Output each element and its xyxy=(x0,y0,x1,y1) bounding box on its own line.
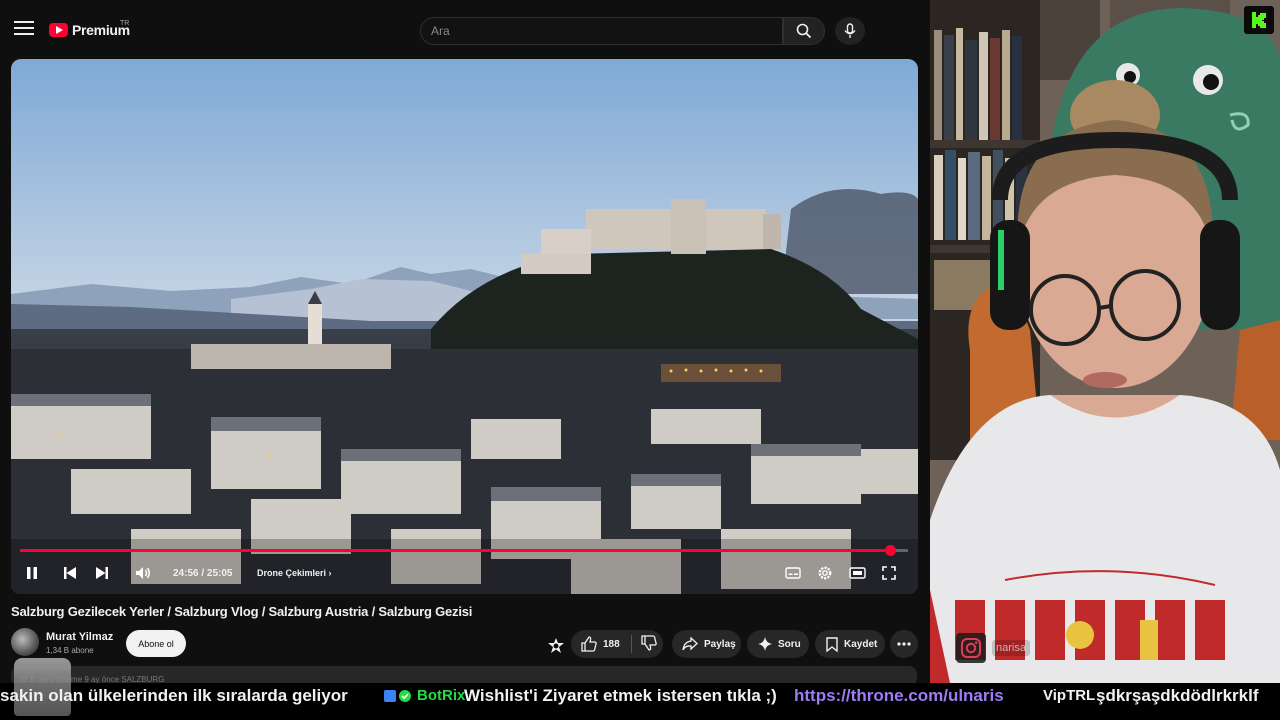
instagram-overlay: narisa xyxy=(956,633,1030,663)
more-horizontal-icon xyxy=(897,642,911,646)
gear-icon xyxy=(818,566,832,580)
ticker-bot-name: BotRix xyxy=(417,687,466,704)
logo-country-code: TR xyxy=(120,20,130,27)
video-progress-bar[interactable] xyxy=(20,545,908,556)
save-label: Kaydet xyxy=(844,638,878,650)
more-actions-button[interactable] xyxy=(890,630,918,658)
search-button[interactable] xyxy=(783,17,825,45)
like-button[interactable]: 188 xyxy=(571,636,631,652)
microphone-icon xyxy=(844,23,856,38)
channel-name[interactable]: Murat Yilmaz xyxy=(46,631,113,643)
search-input[interactable] xyxy=(421,18,782,44)
bookmark-icon xyxy=(826,636,838,652)
video-title: Salzburg Gezilecek Yerler / Salzburg Vlo… xyxy=(11,604,473,619)
subtitles-button[interactable] xyxy=(785,562,801,584)
subscriber-count: 1,34 B abone xyxy=(46,646,94,655)
thumbs-down-icon xyxy=(641,634,657,651)
theater-mode-icon xyxy=(849,567,866,579)
ticker-link[interactable]: https://throne.com/ulnaris xyxy=(794,686,1004,706)
share-arrow-icon xyxy=(682,637,698,651)
webcam-feed xyxy=(930,0,1280,683)
subscribe-button[interactable]: Abone ol xyxy=(126,630,186,657)
instagram-icon xyxy=(956,633,986,663)
fullscreen-icon xyxy=(882,566,896,580)
thumbs-up-icon xyxy=(581,636,597,652)
like-count: 188 xyxy=(603,638,620,650)
youtube-topbar: Premium TR xyxy=(0,0,930,58)
video-frame-salzburg-fortress xyxy=(11,59,918,594)
sparkle-icon xyxy=(758,637,772,651)
fullscreen-button[interactable] xyxy=(882,562,896,584)
video-player[interactable]: 24:56 / 25:05 Drone Çekimleri › xyxy=(11,59,918,594)
description-box[interactable]: 31 B görüntüleme 9 ay önce SALZBURG xyxy=(11,666,917,683)
pause-button[interactable] xyxy=(25,562,39,584)
botrix-logo-icon xyxy=(384,690,396,702)
search-box xyxy=(420,17,783,45)
badge-button[interactable] xyxy=(547,637,565,660)
kick-logo-icon xyxy=(1244,6,1274,34)
ask-button[interactable]: Soru xyxy=(747,630,809,658)
time-display: 24:56 / 25:05 xyxy=(173,568,233,579)
dislike-button[interactable] xyxy=(632,634,657,654)
share-label: Paylaş xyxy=(704,638,736,650)
ask-label: Soru xyxy=(778,638,801,650)
progress-played xyxy=(20,549,891,552)
next-icon xyxy=(96,567,108,579)
stream-screen: Premium TR Ara 24:56 / 25:05 Drone Çekim… xyxy=(0,0,1280,720)
subtitles-icon xyxy=(785,567,801,579)
next-button[interactable] xyxy=(95,562,109,584)
chapter-button[interactable]: Drone Çekimleri › xyxy=(257,568,332,578)
ticker-text-1: sakin olan ülkelerinden ilk sıralarda ge… xyxy=(0,686,348,705)
ticker-user: VipTRL xyxy=(1043,687,1096,704)
ticker-text-2: Wishlist'i Ziyaret etmek istersen tıkla … xyxy=(464,686,777,705)
previous-button[interactable] xyxy=(63,562,77,584)
voice-search-button[interactable] xyxy=(835,17,865,45)
webcam-streamer-image xyxy=(930,0,1280,683)
chevron-right-icon: › xyxy=(328,568,332,578)
hamburger-menu-icon[interactable] xyxy=(14,21,34,37)
volume-button[interactable] xyxy=(135,562,153,584)
channel-avatar[interactable] xyxy=(11,628,39,656)
youtube-window: Premium TR Ara 24:56 / 25:05 Drone Çekim… xyxy=(0,0,930,683)
sparkle-badge-icon xyxy=(548,638,564,653)
theater-mode-button[interactable] xyxy=(849,562,866,584)
volume-icon xyxy=(136,567,150,579)
save-button[interactable]: Kaydet xyxy=(815,630,885,658)
instagram-handle: narisa xyxy=(992,640,1030,656)
share-button[interactable]: Paylaş xyxy=(672,630,741,658)
youtube-premium-logo[interactable]: Premium xyxy=(49,22,130,38)
settings-button[interactable] xyxy=(817,562,833,584)
youtube-play-icon xyxy=(49,23,68,37)
pause-icon xyxy=(27,567,37,579)
chapter-label: Drone Çekimleri xyxy=(257,568,327,578)
previous-icon xyxy=(64,567,76,579)
ticker-text-3: şdkrşaşdkdödlrkrklf xyxy=(1096,686,1259,705)
like-dislike-group: 188 xyxy=(571,630,663,658)
search-icon xyxy=(796,23,812,39)
verified-check-icon xyxy=(399,690,411,702)
